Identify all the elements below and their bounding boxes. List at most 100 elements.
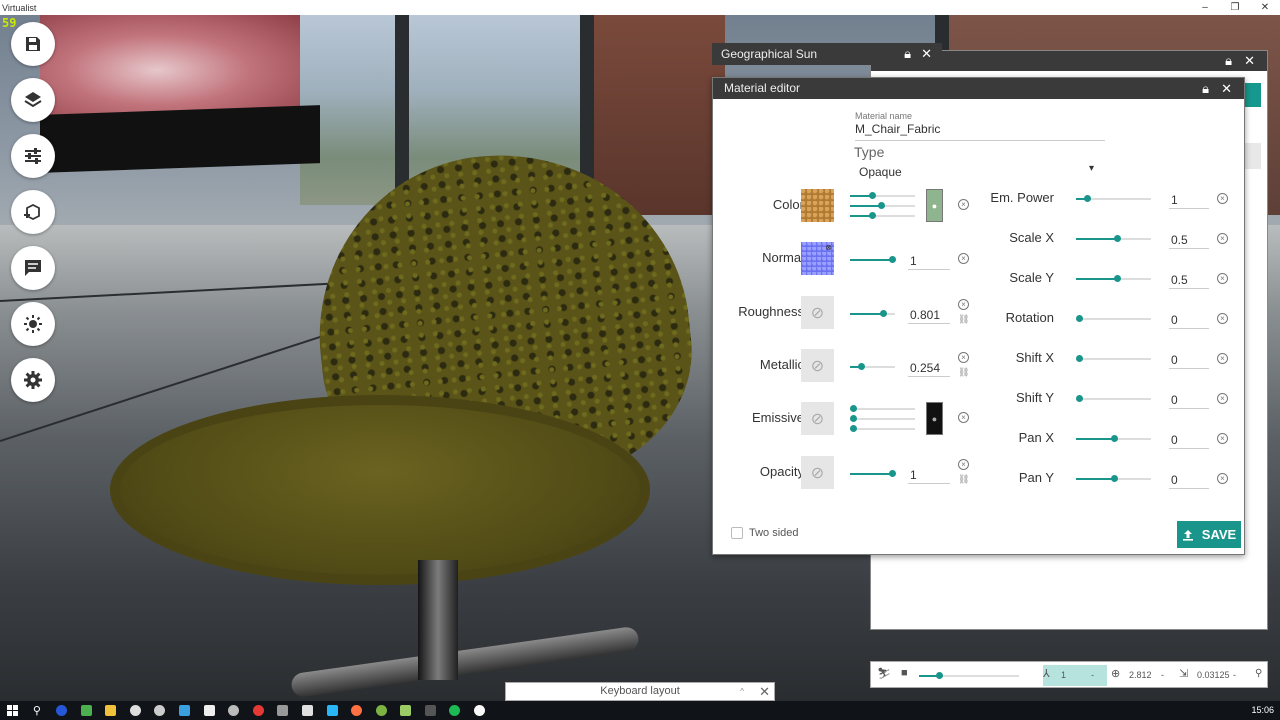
transform-value[interactable]: 1: [1169, 192, 1209, 209]
clear-roughness-button[interactable]: ×: [958, 299, 969, 310]
transform-slider[interactable]: [1076, 475, 1151, 482]
reset-transform-button[interactable]: ×: [1217, 273, 1228, 284]
emissive-swatch[interactable]: ●: [926, 402, 943, 435]
roughness-texture-placeholder[interactable]: ⊘: [801, 296, 834, 329]
fov-dropdown[interactable]: -: [1091, 670, 1094, 680]
comments-button[interactable]: [11, 246, 55, 290]
chevron-up-icon[interactable]: ^: [740, 683, 744, 700]
link-icon[interactable]: ⛓: [958, 367, 969, 378]
transform-value[interactable]: 0: [1169, 392, 1209, 409]
taskbar-app[interactable]: [271, 701, 296, 720]
height-dropdown[interactable]: -: [1161, 670, 1164, 680]
transform-slider[interactable]: [1076, 355, 1151, 362]
metallic-slider[interactable]: [850, 363, 895, 370]
emissive-g-slider[interactable]: [850, 415, 915, 422]
save-button[interactable]: SAVE: [1177, 521, 1241, 548]
fov-value[interactable]: 1: [1061, 670, 1066, 680]
layers-button[interactable]: [11, 78, 55, 122]
chair-seat[interactable]: [110, 395, 650, 585]
taskbar-app[interactable]: [295, 701, 320, 720]
slider-knob[interactable]: [1076, 315, 1083, 322]
taskbar-app[interactable]: [443, 701, 468, 720]
color-b-slider[interactable]: [850, 212, 915, 219]
reset-transform-button[interactable]: ×: [1217, 433, 1228, 444]
taskbar-app[interactable]: [221, 701, 246, 720]
emissive-texture-placeholder[interactable]: ⊘: [801, 402, 834, 435]
transform-slider[interactable]: [1076, 435, 1151, 442]
metallic-value[interactable]: 0.254: [908, 360, 950, 377]
reset-transform-button[interactable]: ×: [1217, 313, 1228, 324]
geographical-sun-panel[interactable]: Geographical Sun 🔒︎ ✕: [712, 43, 942, 65]
slider-knob[interactable]: [1076, 395, 1083, 402]
roughness-value[interactable]: 0.801: [908, 307, 950, 324]
close-icon[interactable]: ✕: [1221, 78, 1232, 99]
taskbar-app[interactable]: [49, 701, 74, 720]
scale-dropdown[interactable]: -: [1233, 670, 1236, 680]
reset-transform-button[interactable]: ×: [1217, 393, 1228, 404]
taskbar-app[interactable]: [98, 701, 123, 720]
taskbar-app[interactable]: [172, 701, 197, 720]
transform-value[interactable]: 0.5: [1169, 232, 1209, 249]
slider-knob[interactable]: [1114, 275, 1121, 282]
transform-slider[interactable]: [1076, 275, 1151, 282]
taskbar-app[interactable]: [320, 701, 345, 720]
normal-slider[interactable]: [850, 256, 896, 263]
close-icon[interactable]: ✕: [1244, 53, 1255, 69]
color-g-slider[interactable]: [850, 202, 915, 209]
material-name-input[interactable]: M_Chair_Fabric: [855, 122, 1105, 141]
speed-slider[interactable]: [919, 672, 1019, 679]
color-swatch[interactable]: ●: [926, 189, 943, 222]
close-icon[interactable]: ✕: [921, 46, 932, 62]
transform-slider[interactable]: [1076, 395, 1151, 402]
transform-slider[interactable]: [1076, 235, 1151, 242]
restore-button[interactable]: ❐: [1220, 0, 1250, 15]
lock-icon[interactable]: 🔒︎: [1225, 53, 1232, 69]
clear-normal-button[interactable]: ×: [958, 253, 969, 264]
clear-emissive-button[interactable]: ×: [958, 412, 969, 423]
settings-button[interactable]: [11, 358, 55, 402]
two-sided-checkbox[interactable]: [731, 527, 743, 539]
transform-value[interactable]: 0: [1169, 312, 1209, 329]
clear-color-button[interactable]: ×: [958, 199, 969, 210]
close-icon[interactable]: ✕: [759, 683, 770, 700]
clear-opacity-button[interactable]: ×: [958, 459, 969, 470]
color-r-slider[interactable]: [850, 192, 915, 199]
taskbar-app[interactable]: [418, 701, 443, 720]
taskbar-app[interactable]: [197, 701, 222, 720]
close-window-button[interactable]: ✕: [1250, 0, 1280, 15]
start-button[interactable]: [0, 701, 25, 720]
slider-knob[interactable]: [1114, 235, 1121, 242]
remove-texture-icon[interactable]: ⊗: [825, 243, 832, 252]
slider-knob[interactable]: [1076, 355, 1083, 362]
normal-value[interactable]: 1: [908, 253, 950, 270]
two-sided-toggle[interactable]: Two sided: [731, 527, 799, 539]
transform-value[interactable]: 0.5: [1169, 272, 1209, 289]
normal-texture-thumbnail[interactable]: ⊗: [801, 242, 834, 275]
slider-knob[interactable]: [1111, 435, 1118, 442]
opacity-texture-placeholder[interactable]: ⊘: [801, 456, 834, 489]
link-icon[interactable]: ⛓: [958, 314, 969, 325]
add-object-button[interactable]: [11, 190, 55, 234]
taskbar-app[interactable]: [246, 701, 271, 720]
taskbar-app[interactable]: [74, 701, 99, 720]
taskbar-app[interactable]: [148, 701, 173, 720]
lock-icon[interactable]: 🔒︎: [1202, 78, 1209, 99]
roughness-slider[interactable]: [850, 310, 895, 317]
reset-transform-button[interactable]: ×: [1217, 353, 1228, 364]
taskbar-app[interactable]: [394, 701, 419, 720]
transform-slider[interactable]: [1076, 315, 1151, 322]
color-texture-thumbnail[interactable]: [801, 189, 834, 222]
metallic-texture-placeholder[interactable]: ⊘: [801, 349, 834, 382]
opacity-value[interactable]: 1: [908, 467, 950, 484]
pin-icon[interactable]: ⚲: [1255, 668, 1262, 679]
reset-transform-button[interactable]: ×: [1217, 233, 1228, 244]
height-value[interactable]: 2.812: [1129, 670, 1152, 680]
opacity-slider[interactable]: [850, 470, 896, 477]
save-scene-button[interactable]: [11, 22, 55, 66]
clear-metallic-button[interactable]: ×: [958, 352, 969, 363]
reset-transform-button[interactable]: ×: [1217, 193, 1228, 204]
slider-knob[interactable]: [1111, 475, 1118, 482]
emissive-b-slider[interactable]: [850, 425, 915, 432]
slider-knob[interactable]: [1084, 195, 1091, 202]
keyboard-layout-bar[interactable]: Keyboard layout ^ ✕: [505, 682, 775, 701]
